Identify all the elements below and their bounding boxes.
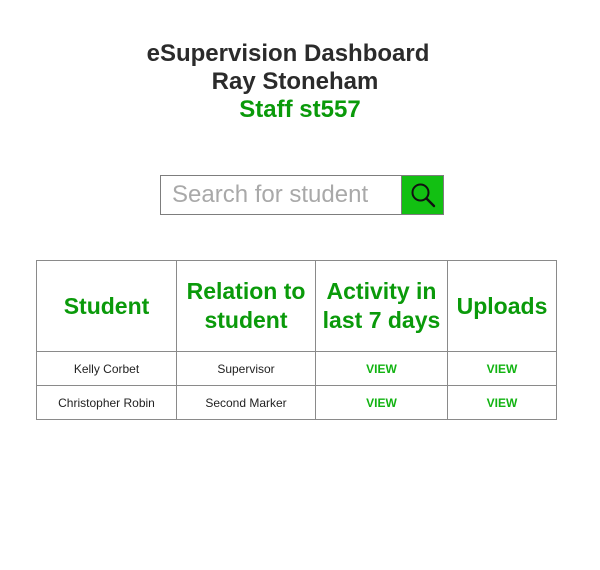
uploads-cell: VIEW: [447, 385, 557, 420]
search-button[interactable]: [401, 176, 443, 214]
table-header-row: Student Relation to student Activity in …: [36, 260, 557, 352]
uploads-view-link[interactable]: VIEW: [487, 396, 518, 410]
uploads-cell: VIEW: [447, 351, 557, 386]
staff-id: Staff st557: [239, 96, 361, 123]
column-header-uploads: Uploads: [447, 260, 557, 352]
table-row: Christopher Robin Second Marker VIEW VIE…: [36, 385, 557, 420]
column-header-student: Student: [36, 260, 177, 352]
table-row: Kelly Corbet Supervisor VIEW VIEW: [36, 351, 557, 386]
uploads-view-link[interactable]: VIEW: [487, 362, 518, 376]
relation-cell: Second Marker: [176, 385, 316, 420]
student-name: Kelly Corbet: [36, 351, 177, 386]
column-header-activity: Activity in last 7 days: [315, 260, 448, 352]
page-title: eSupervision Dashboard: [146, 40, 430, 67]
students-table: Student Relation to student Activity in …: [36, 260, 557, 420]
activity-cell: VIEW: [315, 351, 448, 386]
activity-cell: VIEW: [315, 385, 448, 420]
search-icon: [409, 181, 437, 209]
search-input[interactable]: [161, 176, 401, 214]
user-name: Ray Stoneham: [211, 68, 379, 95]
relation-cell: Supervisor: [176, 351, 316, 386]
column-header-relation: Relation to student: [176, 260, 316, 352]
search-bar: [160, 175, 444, 215]
activity-view-link[interactable]: VIEW: [366, 362, 397, 376]
page-header: eSupervision Dashboard Ray Stoneham Staf…: [0, 40, 600, 124]
student-name: Christopher Robin: [36, 385, 177, 420]
activity-view-link[interactable]: VIEW: [366, 396, 397, 410]
